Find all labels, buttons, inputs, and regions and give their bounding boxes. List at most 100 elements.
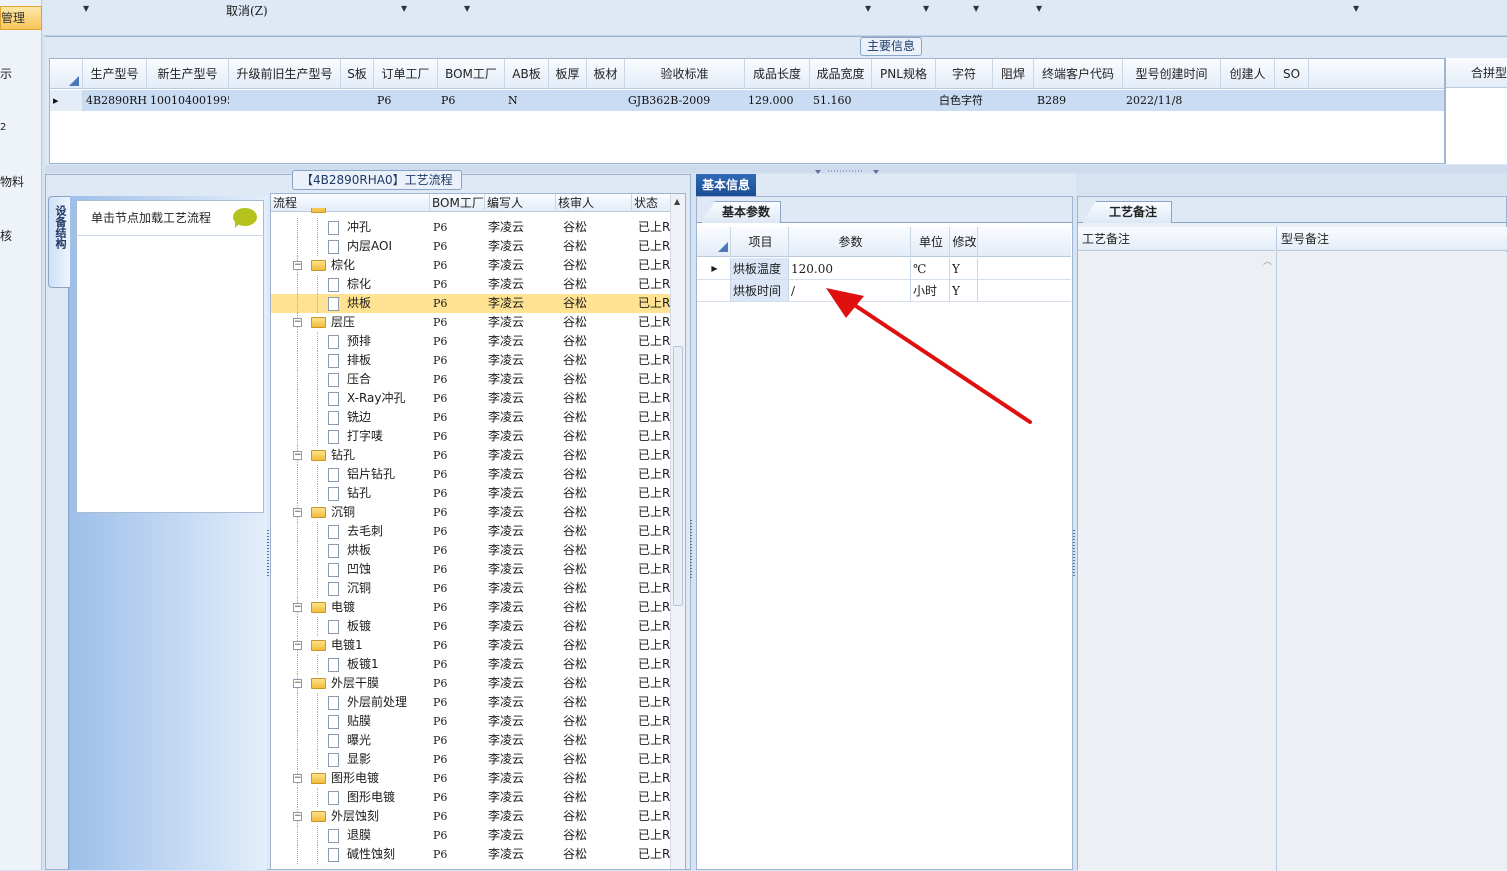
column-header[interactable]: 板厚 (549, 59, 587, 89)
tree-row[interactable]: 预排 P6 李凌云 谷松 已上R (271, 332, 671, 351)
tree-row[interactable]: − 图形电镀 P6 李凌云 谷松 已上R (271, 769, 671, 788)
nav-item-management[interactable]: 管理 (0, 6, 42, 30)
column-header[interactable]: 生产型号 (83, 59, 147, 89)
scrollbar-thumb[interactable] (673, 346, 683, 606)
tree-row[interactable]: − 电镀 P6 李凌云 谷松 已上R (271, 598, 671, 617)
column-header[interactable]: 成品长度 (745, 59, 810, 89)
tree-row[interactable]: − 钻孔 P6 李凌云 谷松 已上R (271, 446, 671, 465)
collapse-icon[interactable]: − (293, 812, 302, 821)
dropdown-arrow-icon[interactable]: ▼ (1036, 4, 1042, 13)
column-header[interactable]: PNL规格 (872, 59, 936, 89)
tree-row[interactable]: 板镀1 P6 李凌云 谷松 已上R (271, 655, 671, 674)
horizontal-splitter[interactable] (45, 165, 1507, 174)
column-header[interactable]: 修改 (950, 227, 978, 257)
column-header[interactable]: 成品宽度 (810, 59, 872, 89)
tree-row[interactable]: 图形电镀 P6 李凌云 谷松 已上R (271, 788, 671, 807)
column-header[interactable]: 项目 (731, 227, 789, 257)
column-header[interactable]: 订单工厂 (374, 59, 438, 89)
vertical-splitter-grip[interactable] (1073, 530, 1075, 578)
tree-line (297, 427, 298, 446)
param-value[interactable]: 120.00 (789, 258, 911, 280)
column-header[interactable]: 新生产型号 (147, 59, 229, 89)
dropdown-arrow-icon[interactable]: ▼ (401, 4, 407, 13)
tab-basic-params[interactable]: 基本参数 (701, 201, 782, 223)
tree-row[interactable]: 去毛刺 P6 李凌云 谷松 已上R (271, 522, 671, 541)
tree-row[interactable]: − 外层干膜 P6 李凌云 谷松 已上R (271, 674, 671, 693)
tree-row[interactable]: − 沉铜 P6 李凌云 谷松 已上R (271, 503, 671, 522)
column-header[interactable]: 创建人 (1221, 59, 1275, 89)
column-header[interactable]: 验收标准 (625, 59, 745, 89)
tree-row[interactable]: 沉铜 P6 李凌云 谷松 已上R (271, 579, 671, 598)
tree-row[interactable]: 铣边 P6 李凌云 谷松 已上R (271, 408, 671, 427)
reviewer-cell: 谷松 (563, 676, 588, 690)
tree-row[interactable]: 退膜 P6 李凌云 谷松 已上R (271, 826, 671, 845)
column-header[interactable]: 升级前旧生产型号 (229, 59, 341, 89)
reviewer-cell: 谷松 (563, 847, 588, 861)
tree-row[interactable]: 铝片钻孔 P6 李凌云 谷松 已上R (271, 465, 671, 484)
tree-row[interactable]: − 层压 P6 李凌云 谷松 已上R (271, 313, 671, 332)
collapse-icon[interactable]: − (293, 261, 302, 270)
tree-row[interactable]: 内层AOI P6 李凌云 谷松 已上R (271, 237, 671, 256)
dropdown-arrow-icon[interactable]: ▼ (1353, 4, 1359, 13)
scroll-up-icon[interactable]: ︿ (1263, 254, 1272, 267)
dropdown-arrow-icon[interactable]: ▼ (464, 4, 470, 13)
tree-row[interactable]: 凹蚀 P6 李凌云 谷松 已上R (271, 560, 671, 579)
column-header[interactable]: 合拼型 (1446, 58, 1507, 88)
table-row[interactable]: ▸ 4B2890RHA010010400199559 P6 P6 N GJB362B-2… (50, 90, 1444, 111)
nav-item-material[interactable]: 物料 (0, 172, 42, 192)
tree-row[interactable]: 烘板 P6 李凌云 谷松 已上R (271, 294, 671, 313)
column-header[interactable]: 字符 (936, 59, 993, 89)
column-header[interactable]: BOM工厂 (438, 59, 505, 89)
tree-row[interactable]: 排板 P6 李凌云 谷松 已上R (271, 351, 671, 370)
tree-row[interactable]: 压合 P6 李凌云 谷松 已上R (271, 370, 671, 389)
cancel-button[interactable]: 取消(Z) (226, 2, 268, 19)
collapse-icon[interactable]: − (293, 603, 302, 612)
dropdown-arrow-icon[interactable]: ▼ (865, 4, 871, 13)
column-header[interactable]: 阻焊 (993, 59, 1034, 89)
collapse-icon[interactable]: − (293, 508, 302, 517)
tab-basic-info[interactable]: 基本信息 (696, 174, 757, 196)
column-header[interactable]: SO (1275, 59, 1309, 89)
craft-note-field[interactable]: ︿ (1078, 252, 1277, 871)
tab-device-structure[interactable]: 设备结构 (48, 196, 70, 288)
vertical-splitter-grip[interactable] (690, 520, 692, 580)
dropdown-arrow-icon[interactable]: ▼ (973, 4, 979, 13)
tree-row[interactable]: X-Ray冲孔 P6 李凌云 谷松 已上R (271, 389, 671, 408)
column-header[interactable]: AB板 (505, 59, 549, 89)
tree-row[interactable]: 棕化 P6 李凌云 谷松 已上R (271, 275, 671, 294)
tree-row[interactable]: 钻孔 P6 李凌云 谷松 已上R (271, 484, 671, 503)
column-header[interactable]: 参数 (789, 227, 911, 257)
tree-row[interactable]: − 外层蚀刻 P6 李凌云 谷松 已上R (271, 807, 671, 826)
dropdown-arrow-icon[interactable]: ▼ (83, 4, 89, 13)
tree-row[interactable]: 碱性蚀刻 P6 李凌云 谷松 已上R (271, 845, 671, 864)
nav-item-display[interactable]: 示 (0, 64, 42, 84)
tree-row[interactable]: − 棕化 P6 李凌云 谷松 已上R (271, 256, 671, 275)
column-header[interactable]: 终端客户代码 (1034, 59, 1123, 89)
tree-row[interactable]: − 电镀1 P6 李凌云 谷松 已上R (271, 636, 671, 655)
collapse-icon[interactable]: − (293, 318, 302, 327)
tree-row[interactable]: 曝光 P6 李凌云 谷松 已上R (271, 731, 671, 750)
tree-row[interactable]: 冲孔 P6 李凌云 谷松 已上R (271, 218, 671, 237)
tree-row[interactable]: 烘板 P6 李凌云 谷松 已上R (271, 541, 671, 560)
vertical-splitter-grip[interactable] (267, 530, 269, 578)
column-header[interactable]: S板 (341, 59, 374, 89)
collapse-icon[interactable]: − (293, 641, 302, 650)
tree-row[interactable]: 打字唛 P6 李凌云 谷松 已上R (271, 427, 671, 446)
tree-row[interactable]: 显影 P6 李凌云 谷松 已上R (271, 750, 671, 769)
scroll-up-icon[interactable]: ▲ (674, 197, 680, 206)
tree-row[interactable]: 贴膜 P6 李凌云 谷松 已上R (271, 712, 671, 731)
tree-row[interactable]: 板镀 P6 李凌云 谷松 已上R (271, 617, 671, 636)
nav-item-2[interactable]: 2 (0, 118, 42, 138)
model-note-field[interactable] (1277, 252, 1507, 871)
column-header[interactable]: 板材 (587, 59, 625, 89)
tab-craft-remarks[interactable]: 工艺备注 (1082, 201, 1173, 223)
dropdown-arrow-icon[interactable]: ▼ (923, 4, 929, 13)
collapse-icon[interactable]: − (293, 451, 302, 460)
column-header[interactable]: 型号创建时间 (1123, 59, 1221, 89)
column-header[interactable]: 单位 (911, 227, 950, 257)
nav-item-review[interactable]: 核 (0, 226, 42, 246)
tree-row[interactable]: 外层前处理 P6 李凌云 谷松 已上R (271, 693, 671, 712)
collapse-icon[interactable]: − (293, 679, 302, 688)
collapse-icon[interactable]: − (293, 774, 302, 783)
vertical-scrollbar[interactable]: ▲ (670, 194, 685, 869)
